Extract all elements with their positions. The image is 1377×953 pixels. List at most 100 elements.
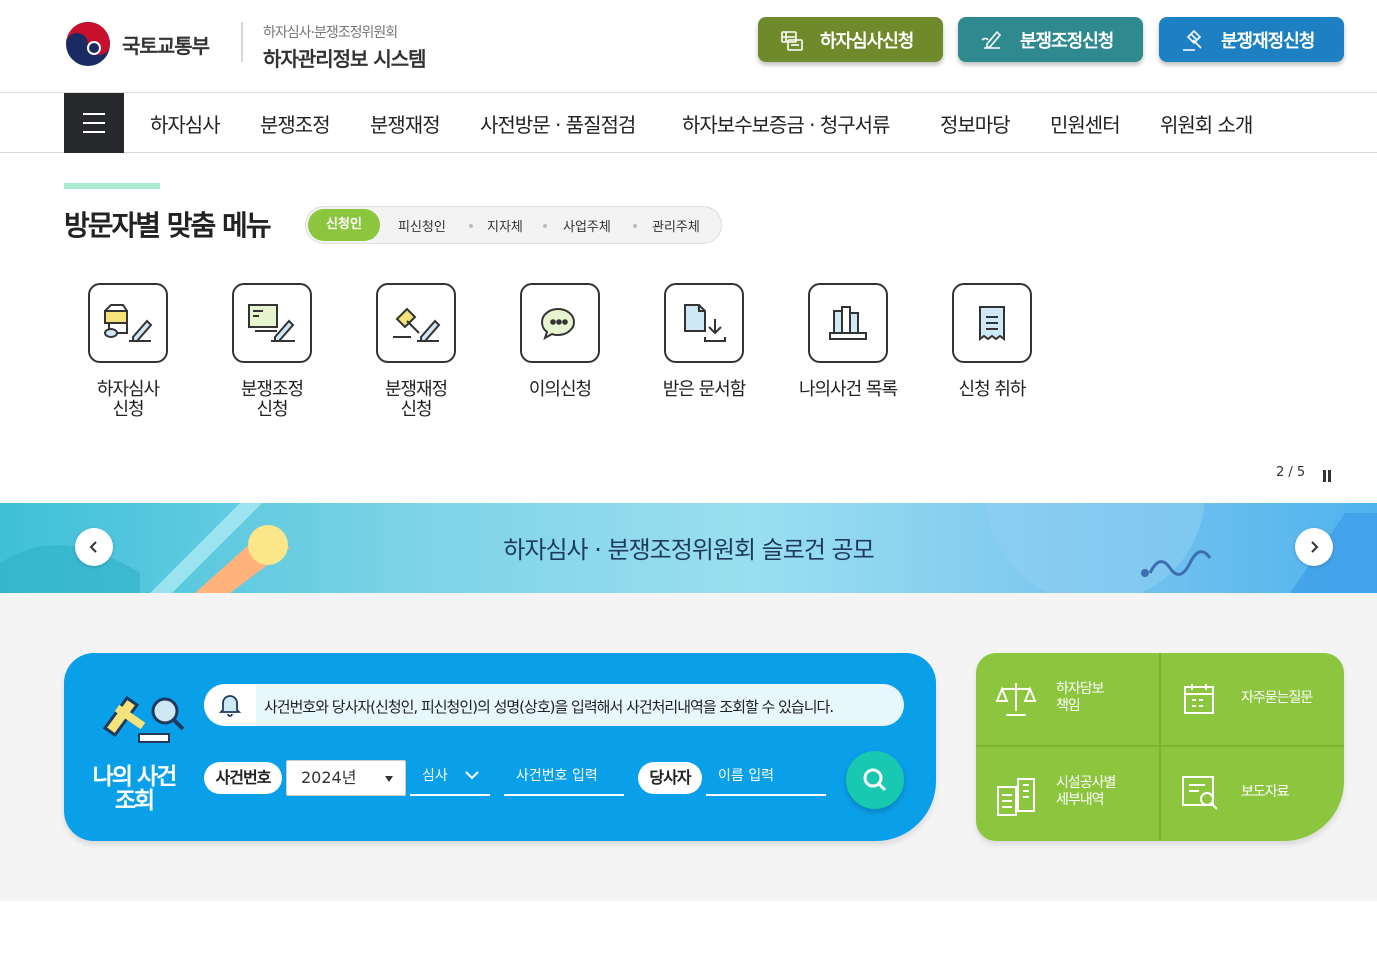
hand-pen-icon [981,30,1002,49]
system-name-line2: 하자관리정보 시스템 [263,47,427,71]
nav-info[interactable]: 정보마당 [940,109,1011,138]
caret-down-icon [385,776,393,782]
receipt-icon [979,306,1005,341]
ministry-name: 국토교통부 [122,33,210,58]
quick-dispute-ruling-apply[interactable]: 분쟁재정 신청 [356,283,476,420]
defect-review-apply-button[interactable]: 하자심사신청 [758,17,943,62]
case-number-input[interactable]: 사건번호 입력 [504,763,624,796]
apartment-pen-icon [104,304,153,342]
system-name-line1: 하자심사·분쟁조정위원회 [263,25,398,41]
quick-link-label: 하자담보 책임 [1056,681,1105,714]
quick-link-warranty[interactable]: 하자담보 책임 [976,653,1159,745]
nav-defect-review[interactable]: 하자심사 [150,109,221,138]
dispute-mediation-apply-label: 분쟁조정신청 [1020,30,1114,52]
quick-links-panel: 하자담보 책임 자주묻는질문 시설공사별 세부내역 보도자료 [976,653,1344,841]
chevron-right-icon [1311,541,1319,553]
nav-civil-center[interactable]: 민원센터 [1050,109,1121,138]
quick-received-docs[interactable]: 받은 문서함 [644,283,764,400]
quick-label: 하자심사 신청 [96,379,160,420]
slide-pager: 2 / 5 [1276,465,1306,480]
case-number-placeholder: 사건번호 입력 [516,768,598,784]
case-search-button[interactable] [846,751,904,809]
search-icon [863,768,887,792]
tab-separator [543,224,547,228]
system-name: 하자심사·분쟁조정위원회 하자관리정보 시스템 [263,22,427,72]
visitor-menu-title: 방문자별 맞춤 메뉴 [64,209,272,242]
quick-icon-frame [232,283,312,363]
nav-dispute-ruling[interactable]: 분쟁재정 [370,109,441,138]
tab-respondent[interactable]: 피신청인 [398,216,446,235]
banner-title: 하자심사 · 분쟁조정위원회 슬로건 공모 [503,536,874,564]
chevron-left-icon [89,541,97,553]
hamburger-bar [83,113,105,115]
quick-label: 이의신청 [528,379,592,400]
case-search-title: 나의 사건 조회 [92,764,178,814]
banner-next-button[interactable] [1295,528,1333,566]
gavel-pen-icon [393,307,441,342]
nav-pre-visit-inspection[interactable]: 사전방문 · 품질점검 [480,109,636,138]
quick-my-case-list[interactable]: 나의사건 목록 [788,283,908,400]
quick-icon-frame [808,283,888,363]
quick-label: 신청 취하 [958,379,1027,400]
case-number-label: 사건번호 [204,762,282,794]
quick-label: 분쟁조정 신청 [240,379,304,420]
calendar-icon [1184,684,1214,714]
gavel-magnifier-icon [102,695,185,743]
quick-defect-review-apply[interactable]: 하자심사 신청 [68,283,188,420]
bell-icon [204,684,256,726]
notice-text: 사건번호와 당사자(신청인, 피신청인)의 성명(상호)을 입력해서 사건처리내… [264,698,834,716]
party-name-input[interactable]: 이름 입력 [706,763,826,796]
pause-icon[interactable] [1323,467,1333,486]
quick-objection[interactable]: 이의신청 [500,283,620,400]
year-select[interactable]: 2024년 [286,760,406,796]
quick-label: 나의사건 목록 [798,379,898,400]
hamburger-bar [83,122,105,124]
global-nav: 하자심사 분쟁조정 분쟁재정 사전방문 · 품질점검 하자보수보증금 · 청구서… [0,93,1377,153]
dispute-ruling-apply-button[interactable]: 분쟁재정신청 [1159,17,1344,62]
tab-business-entity[interactable]: 사업주체 [563,216,611,235]
case-search-panel: 나의 사건 조회 사건번호와 당사자(신청인, 피신청인)의 성명(상호)을 입… [64,653,936,841]
quick-dispute-mediation-apply[interactable]: 분쟁조정 신청 [212,283,332,420]
visitor-tabs: 신청인 피신청인 지자체 사업주체 관리주체 [305,206,722,244]
quick-label: 받은 문서함 [662,379,747,400]
quick-link-label: 보도자료 [1241,784,1290,800]
banner-prev-button[interactable] [75,528,113,566]
quick-link-facility-details[interactable]: 시설공사별 세부내역 [976,747,1159,839]
dispute-mediation-apply-button[interactable]: 분쟁조정신청 [958,17,1143,62]
menu-toggle-button[interactable] [64,93,124,153]
hamburger-bar [83,131,105,133]
quick-icon-frame [520,283,600,363]
monitor-pen-icon [248,304,295,342]
promo-banner[interactable]: 하자심사 · 분쟁조정위원회 슬로건 공모 [0,503,1377,593]
tab-local-government[interactable]: 지자체 [487,216,523,235]
quick-withdraw[interactable]: 신청 취하 [932,283,1052,400]
gavel-icon [1183,29,1202,51]
quick-link-label: 시설공사별 세부내역 [1056,775,1116,808]
clipboard-building-icon [997,778,1035,816]
nav-warranty-deposit[interactable]: 하자보수보증금 · 청구서류 [682,109,890,138]
party-label: 당사자 [638,762,702,794]
case-type-select[interactable]: 심사 [410,763,490,796]
quick-label: 분쟁재정 신청 [384,379,448,420]
tab-applicant[interactable]: 신청인 [308,209,380,241]
tab-management-entity[interactable]: 관리주체 [652,216,700,235]
tab-separator [633,224,637,228]
section-accent-bar [64,183,160,189]
ministry-logo[interactable]: 국토교통부 하자심사·분쟁조정위원회 하자관리정보 시스템 [64,20,427,71]
quick-link-label: 자주묻는질문 [1241,690,1313,706]
apartment-icon [781,30,803,51]
nav-committee[interactable]: 위원회 소개 [1160,109,1253,138]
quick-icon-frame [664,283,744,363]
taegeuk-logo-icon [66,22,110,66]
quick-link-faq[interactable]: 자주묻는질문 [1161,653,1344,745]
tab-separator [469,224,473,228]
chevron-down-icon [465,771,479,780]
case-search-notice: 사건번호와 당사자(신청인, 피신청인)의 성명(상호)을 입력해서 사건처리내… [204,684,904,726]
party-name-placeholder: 이름 입력 [718,768,774,784]
nav-dispute-mediation[interactable]: 분쟁조정 [260,109,331,138]
logo-divider [241,22,243,62]
scale-icon [996,683,1036,716]
speech-bubble-icon [540,307,576,341]
quick-link-press[interactable]: 보도자료 [1161,747,1344,839]
case-type-value: 심사 [422,768,448,784]
